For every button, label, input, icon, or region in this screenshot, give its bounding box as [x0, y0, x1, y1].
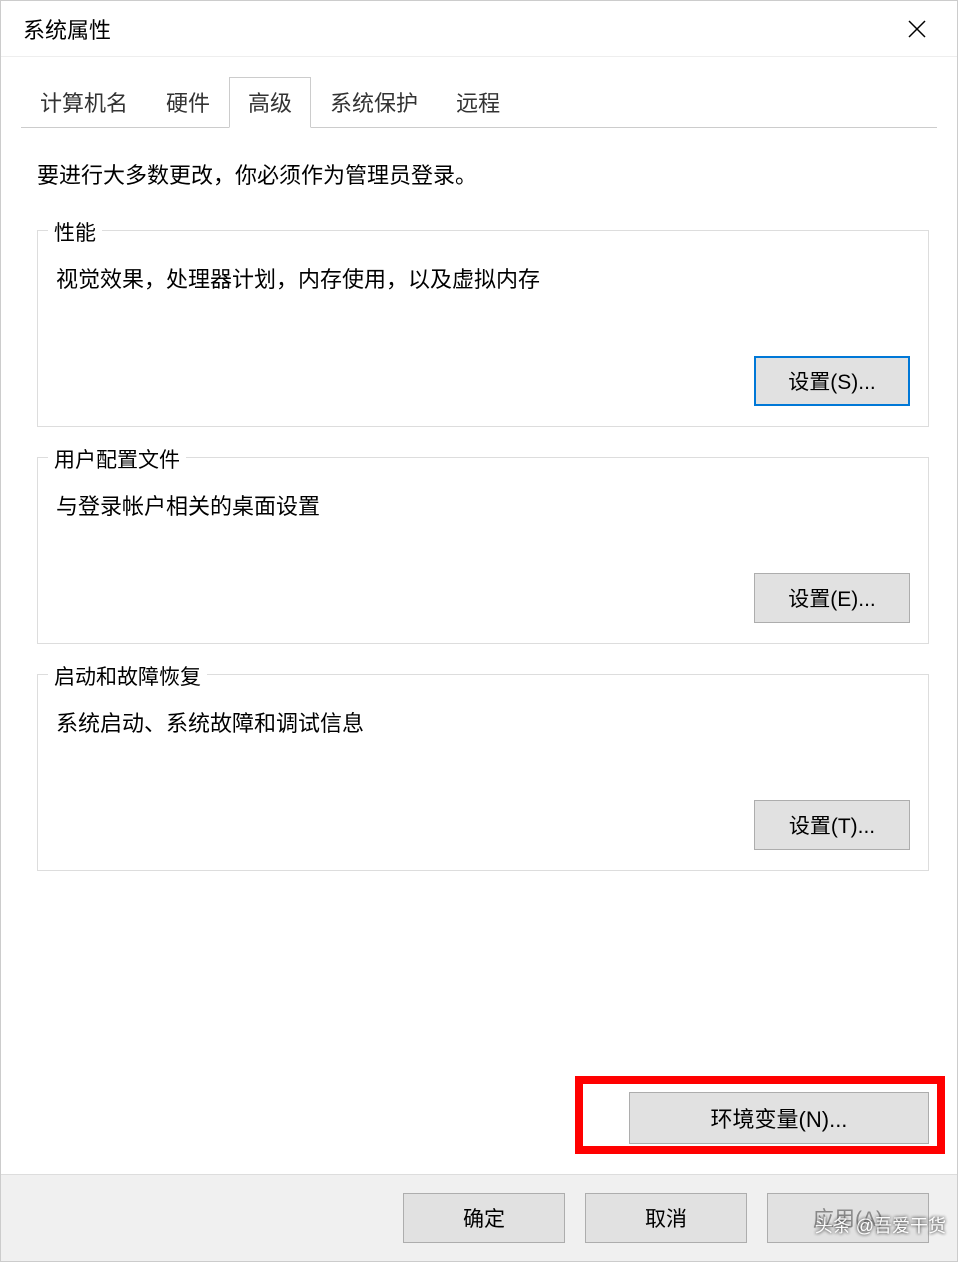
- group-performance-desc: 视觉效果，处理器计划，内存使用，以及虚拟内存: [56, 263, 910, 296]
- ok-button[interactable]: 确定: [403, 1193, 565, 1243]
- environment-variables-button[interactable]: 环境变量(N)...: [629, 1092, 929, 1144]
- dialog-footer: 确定 取消 应用(A): [1, 1174, 957, 1261]
- window-title: 系统属性: [23, 13, 111, 45]
- startup-settings-button[interactable]: 设置(T)...: [754, 800, 910, 850]
- tab-hardware[interactable]: 硬件: [147, 77, 229, 127]
- user-profile-settings-button[interactable]: 设置(E)...: [754, 573, 910, 623]
- group-user-profile-desc: 与登录帐户相关的桌面设置: [56, 490, 910, 523]
- tab-system-protection[interactable]: 系统保护: [311, 77, 437, 127]
- system-properties-dialog: 系统属性 计算机名 硬件 高级 系统保护 远程 要进行大多数更改，你必须作为管理…: [0, 0, 958, 1262]
- tab-advanced[interactable]: 高级: [229, 77, 311, 128]
- group-startup-legend: 启动和故障恢复: [48, 661, 207, 691]
- watermark-text: 头条 @吾爱干货: [815, 1212, 946, 1238]
- group-performance-legend: 性能: [48, 217, 102, 247]
- group-performance: 性能 视觉效果，处理器计划，内存使用，以及虚拟内存 设置(S)...: [37, 230, 929, 427]
- group-startup-recovery: 启动和故障恢复 系统启动、系统故障和调试信息 设置(T)...: [37, 674, 929, 871]
- close-button[interactable]: [897, 9, 937, 49]
- tab-computer-name[interactable]: 计算机名: [21, 77, 147, 127]
- tab-remote[interactable]: 远程: [437, 77, 519, 127]
- env-var-container: 环境变量(N)...: [1, 1082, 957, 1174]
- group-user-profile-legend: 用户配置文件: [48, 444, 186, 474]
- close-icon: [907, 19, 927, 39]
- tab-content-advanced: 要进行大多数更改，你必须作为管理员登录。 性能 视觉效果，处理器计划，内存使用，…: [1, 128, 957, 1082]
- group-startup-desc: 系统启动、系统故障和调试信息: [56, 707, 910, 740]
- tabs-bar: 计算机名 硬件 高级 系统保护 远程: [21, 77, 937, 128]
- performance-button-row: 设置(S)...: [56, 356, 910, 406]
- cancel-button[interactable]: 取消: [585, 1193, 747, 1243]
- performance-settings-button[interactable]: 设置(S)...: [754, 356, 910, 406]
- group-user-profile: 用户配置文件 与登录帐户相关的桌面设置 设置(E)...: [37, 457, 929, 644]
- admin-note-text: 要进行大多数更改，你必须作为管理员登录。: [37, 158, 929, 190]
- startup-button-row: 设置(T)...: [56, 800, 910, 850]
- user-profile-button-row: 设置(E)...: [56, 573, 910, 623]
- titlebar: 系统属性: [1, 1, 957, 57]
- tab-container: 计算机名 硬件 高级 系统保护 远程: [1, 57, 957, 128]
